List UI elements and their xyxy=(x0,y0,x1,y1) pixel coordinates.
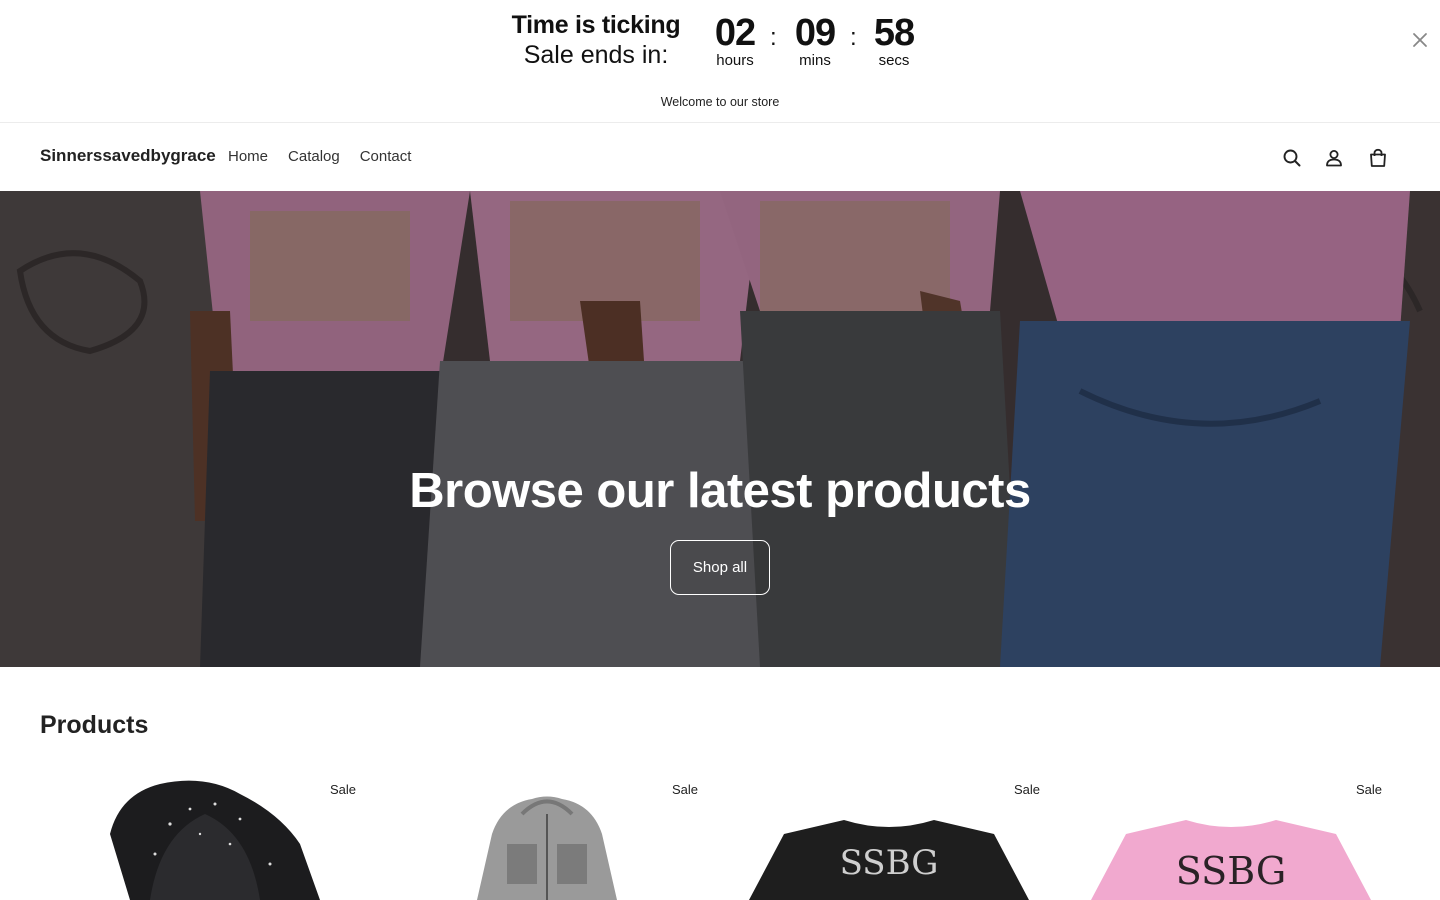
svg-text:SSBG: SSBG xyxy=(840,843,939,883)
product-image: SSBG xyxy=(1091,820,1371,900)
announcement-text: Welcome to our store xyxy=(660,95,780,109)
countdown-bar: Time is ticking Sale ends in: 02 hours :… xyxy=(0,0,1440,82)
sale-badge: Sale xyxy=(1356,782,1383,797)
products-heading: Products xyxy=(40,711,149,739)
shop-all-button[interactable]: Shop all xyxy=(670,540,770,595)
product-card[interactable]: SSBG Sale xyxy=(724,774,1054,900)
sale-badge: Sale xyxy=(1014,782,1041,797)
nav-home[interactable]: Home xyxy=(228,148,268,165)
countdown-hours: 02 hours xyxy=(700,12,770,68)
sale-badge: Sale xyxy=(330,782,357,797)
product-image: SSBG xyxy=(749,820,1029,900)
countdown-seconds: 58 secs xyxy=(859,12,929,68)
countdown-separator: : xyxy=(850,24,857,51)
sale-badge: Sale xyxy=(672,782,699,797)
hero-title: Browse our latest products xyxy=(409,464,1031,518)
hero-overlay xyxy=(0,191,1440,667)
site-header: Sinnerssavedbygrace Home Catalog Contact xyxy=(0,124,1440,191)
svg-text:SSBG: SSBG xyxy=(1176,849,1286,893)
announcement-bar: Welcome to our store xyxy=(0,82,1440,123)
nav-contact[interactable]: Contact xyxy=(360,148,412,165)
countdown-headline: Time is ticking xyxy=(511,11,681,39)
countdown-minutes: 09 mins xyxy=(780,12,850,68)
store-logo[interactable]: Sinnerssavedbygrace xyxy=(40,146,216,166)
nav-catalog[interactable]: Catalog xyxy=(288,148,340,165)
countdown-seconds-value: 58 xyxy=(873,12,915,54)
countdown-text: Time is ticking Sale ends in: xyxy=(496,10,696,70)
countdown-hours-label: hours xyxy=(716,52,754,69)
countdown-separator: : xyxy=(770,24,777,51)
countdown-hours-value: 02 xyxy=(714,12,756,54)
countdown-subline: Sale ends in: xyxy=(523,41,669,69)
countdown-minutes-label: mins xyxy=(799,52,831,69)
main-nav: Home Catalog Contact xyxy=(228,148,411,165)
search-icon[interactable] xyxy=(1280,146,1304,170)
product-card[interactable]: SSBG Sale xyxy=(1066,774,1396,900)
close-icon[interactable] xyxy=(1408,28,1432,52)
product-image xyxy=(477,796,617,900)
hero-banner: Browse our latest products Shop all xyxy=(0,191,1440,667)
cart-icon[interactable] xyxy=(1366,146,1390,170)
account-icon[interactable] xyxy=(1322,146,1346,170)
countdown-minutes-value: 09 xyxy=(794,12,836,54)
product-card[interactable]: Sale xyxy=(40,774,370,900)
countdown-seconds-label: secs xyxy=(878,52,910,69)
product-image xyxy=(110,780,320,900)
product-card[interactable]: Sale xyxy=(382,774,712,900)
